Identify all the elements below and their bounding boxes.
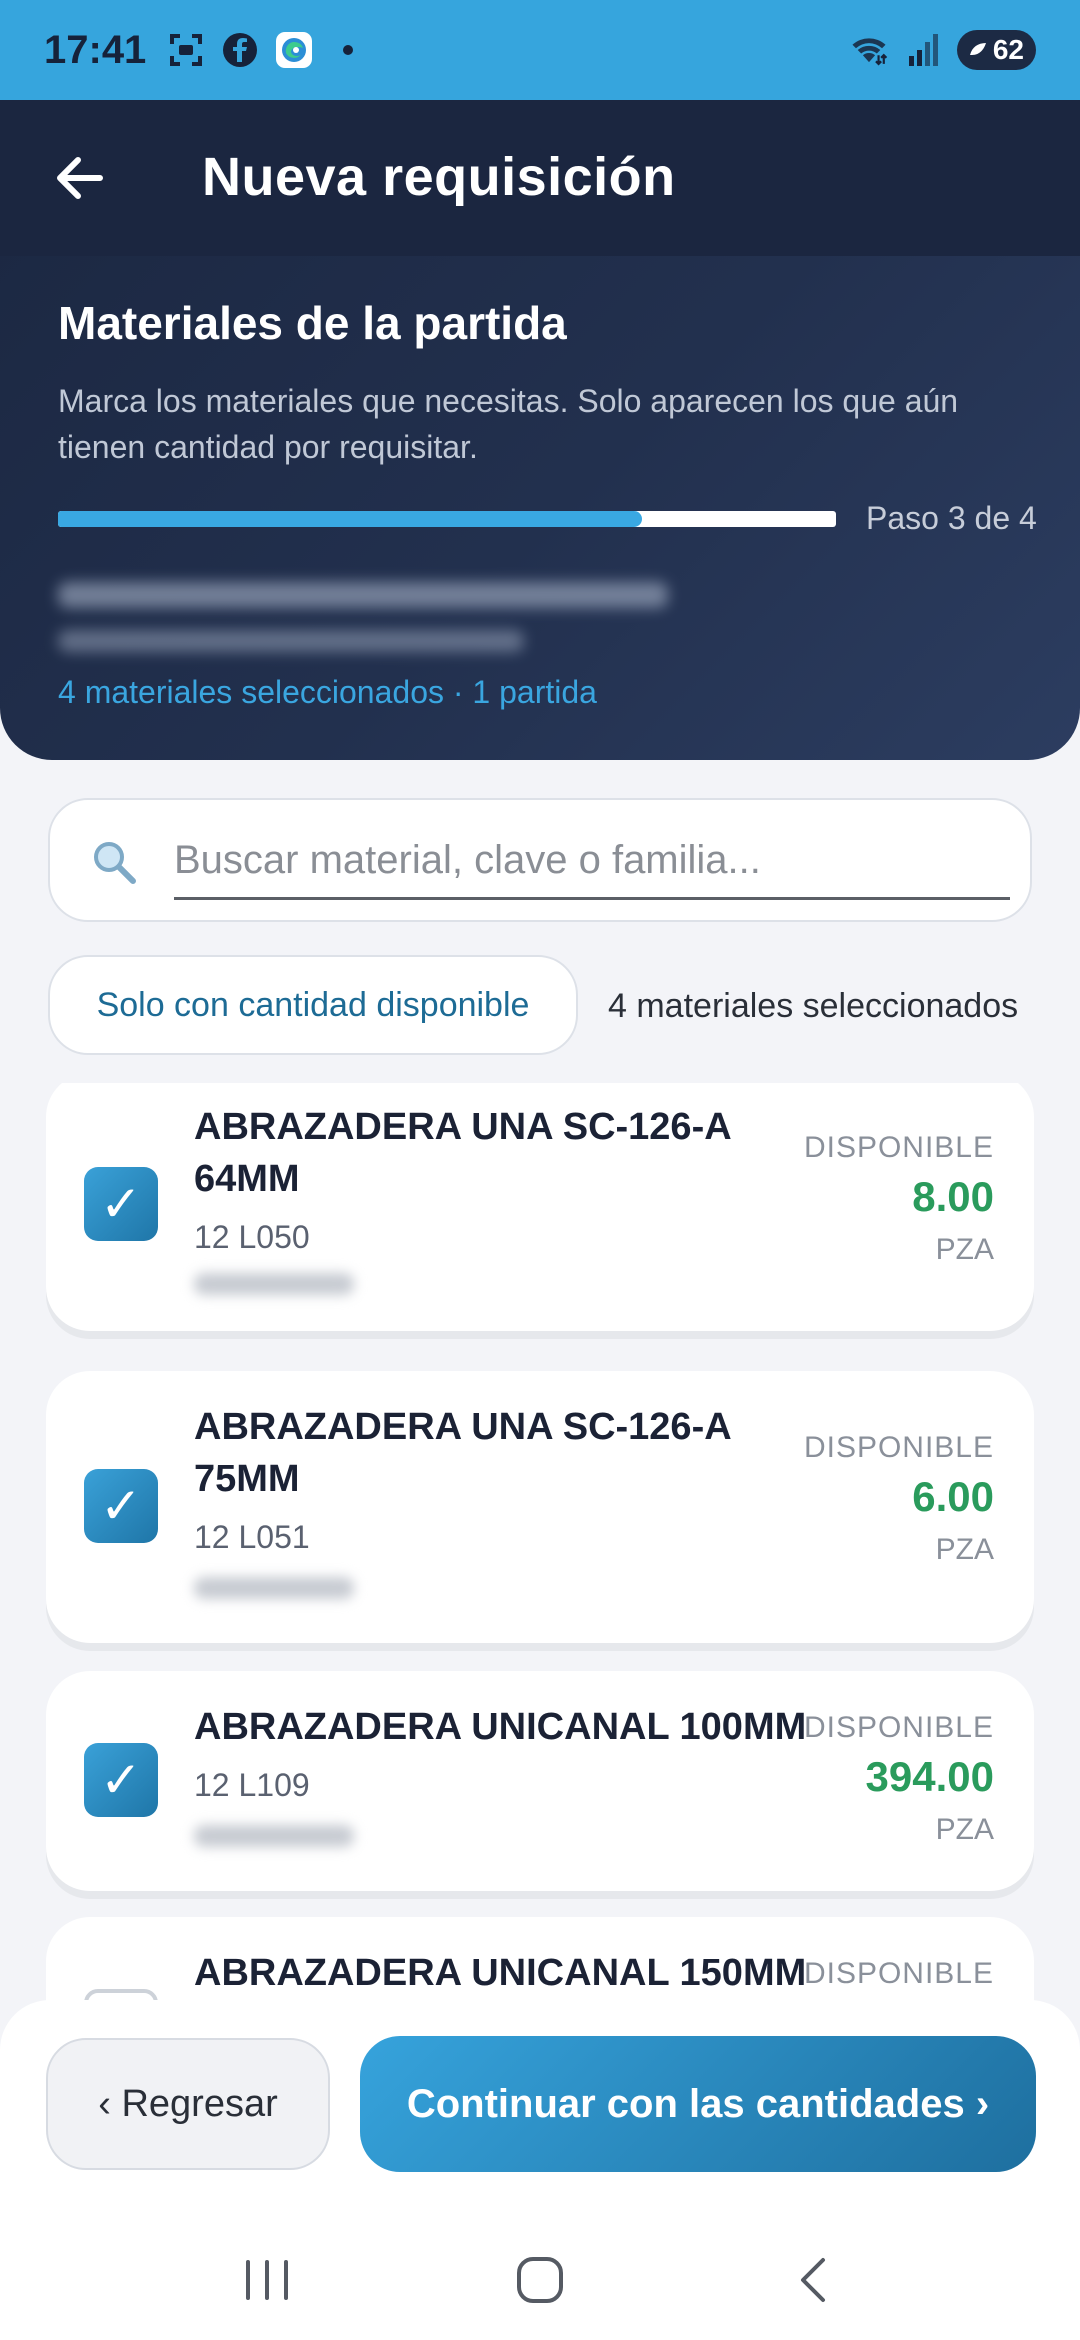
material-card[interactable]: ✓ ABRAZADERA UNA SC-126-A 64MM 12 L050 D… (46, 1083, 1034, 1331)
available-unit: PZA (935, 1533, 994, 1566)
material-checkbox[interactable]: ✓ (84, 1743, 158, 1817)
available-value: 394.00 (865, 1753, 994, 1800)
recent-apps-icon (245, 2260, 288, 2300)
recent-apps-button[interactable] (222, 2235, 312, 2325)
wifi-icon (849, 30, 889, 70)
system-back-button[interactable] (768, 2235, 858, 2325)
search-input[interactable] (174, 824, 1010, 900)
status-time: 17:41 (44, 27, 147, 72)
facebook-icon (220, 30, 260, 70)
status-icons-right: 62 (849, 30, 1036, 70)
material-name: ABRAZADERA UNICANAL 100MM (194, 1706, 807, 1748)
home-icon (516, 2257, 563, 2303)
check-icon: ✓ (100, 1752, 142, 1808)
filter-available-chip[interactable]: Solo con cantidad disponible (48, 955, 578, 1055)
search-box (48, 798, 1032, 922)
material-code: 12 L109 (194, 1767, 310, 1803)
selection-summary: 4 materiales seleccionados · 1 partida (58, 674, 597, 710)
redacted-material-detail (194, 1273, 354, 1295)
status-icons-left (166, 30, 368, 70)
redacted-project-name (58, 582, 668, 608)
available-unit: PZA (935, 1813, 994, 1846)
screen: 17:41 62 Nueva requisición Materiales de… (0, 0, 1080, 2340)
check-icon: ✓ (100, 1478, 142, 1534)
battery-level: 62 (992, 34, 1024, 65)
back-button[interactable]: ‹ Regresar (46, 2038, 330, 2170)
system-nav-bar (0, 2220, 1080, 2340)
search-icon (94, 842, 136, 884)
check-icon: ✓ (100, 1176, 142, 1232)
material-code: 12 L051 (194, 1519, 310, 1555)
edge-icon (274, 30, 314, 70)
redacted-material-detail (194, 1577, 354, 1599)
available-label: DISPONIBLE (803, 1131, 994, 1164)
system-back-icon (801, 2258, 826, 2302)
available-label: DISPONIBLE (803, 1431, 994, 1464)
redacted-project-detail (58, 630, 524, 652)
material-code: 12 L050 (194, 1219, 310, 1255)
screenshot-icon (166, 30, 206, 70)
available-label: DISPONIBLE (803, 1957, 994, 1990)
battery-icon: 62 (956, 30, 1036, 70)
material-checkbox[interactable]: ✓ (84, 1469, 158, 1543)
material-name: ABRAZADERA UNA SC-126-A 75MM (194, 1406, 731, 1500)
material-card[interactable]: ✓ ABRAZADERA UNICANAL 100MM 12 L109 DISP… (46, 1671, 1034, 1891)
material-name: ABRAZADERA UNA SC-126-A 64MM (194, 1106, 731, 1200)
available-unit: PZA (935, 1233, 994, 1266)
continue-button[interactable]: Continuar con las cantidades › (360, 2036, 1036, 2172)
section-description: Marca los materiales que necesitas. Solo… (58, 383, 959, 465)
home-button[interactable] (495, 2235, 585, 2325)
signal-icon (903, 30, 943, 70)
available-value: 8.00 (912, 1173, 994, 1220)
materials-list[interactable]: ✓ ABRAZADERA UNA SC-126-A 64MM 12 L050 D… (0, 1083, 1080, 2003)
back-arrow-icon (57, 157, 103, 199)
notification-dot-icon (328, 30, 368, 70)
back-arrow-button[interactable] (48, 146, 112, 210)
page-title: Nueva requisición (202, 147, 676, 207)
available-value: 6.00 (912, 1473, 994, 1520)
material-card[interactable]: ABRAZADERA UNICANAL 150MM DISPONIBLE (46, 1917, 1034, 2003)
step-label: Paso 3 de 4 (866, 500, 1037, 536)
step-progress-bar (58, 511, 836, 527)
material-name: ABRAZADERA UNICANAL 150MM (194, 1952, 807, 1994)
status-bar: 17:41 62 (0, 0, 1080, 100)
app-bar: Nueva requisición (0, 100, 1080, 256)
bottom-action-bar: ‹ Regresar Continuar con las cantidades … (0, 2000, 1080, 2340)
header: Nueva requisición Materiales de la parti… (0, 100, 1080, 760)
material-checkbox[interactable]: ✓ (84, 1167, 158, 1241)
available-label: DISPONIBLE (803, 1711, 994, 1744)
redacted-material-detail (194, 1825, 354, 1847)
selected-count: 4 materiales seleccionados (608, 987, 1019, 1025)
step-progress-fill (58, 511, 642, 527)
material-card[interactable]: ✓ ABRAZADERA UNA SC-126-A 75MM 12 L051 D… (46, 1371, 1034, 1643)
section-title: Materiales de la partida (58, 297, 567, 349)
